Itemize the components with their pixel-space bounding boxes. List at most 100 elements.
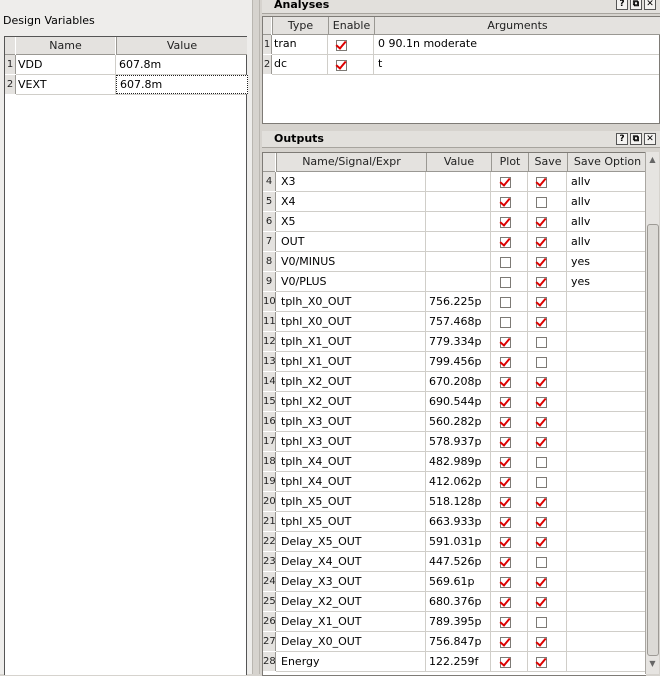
float-icon[interactable]: ⧉: [630, 0, 642, 10]
out-plot-checkbox[interactable]: [500, 237, 511, 248]
out-value-cell[interactable]: [429, 232, 489, 251]
out-name-cell[interactable]: X3: [281, 172, 424, 191]
scroll-down-icon[interactable]: ▼: [647, 658, 658, 669]
ana-args-cell[interactable]: t: [378, 54, 656, 73]
out-plot-checkbox[interactable]: [500, 337, 511, 348]
out-value-cell[interactable]: 789.395p: [429, 612, 489, 631]
out-save-checkbox[interactable]: [536, 657, 547, 668]
out-value-cell[interactable]: 518.128p: [429, 492, 489, 511]
out-name-cell[interactable]: Delay_X4_OUT: [281, 552, 424, 571]
out-value-cell[interactable]: 569.61p: [429, 572, 489, 591]
out-plot-checkbox[interactable]: [500, 537, 511, 548]
out-plot-checkbox[interactable]: [500, 377, 511, 388]
dv-name-cell[interactable]: VDD: [18, 55, 114, 74]
out-name-cell[interactable]: Delay_X0_OUT: [281, 632, 424, 651]
out-plot-checkbox[interactable]: [500, 177, 511, 188]
out-save-option-cell[interactable]: [571, 612, 645, 631]
close-icon[interactable]: ✕: [644, 0, 656, 10]
out-value-cell[interactable]: 482.989p: [429, 452, 489, 471]
ana-enable-checkbox[interactable]: [336, 60, 347, 71]
out-save-checkbox[interactable]: [536, 397, 547, 408]
help-icon[interactable]: ?: [616, 133, 628, 145]
out-value-cell[interactable]: 799.456p: [429, 352, 489, 371]
out-header-name[interactable]: Name/Signal/Expr: [276, 153, 426, 172]
out-header-plot[interactable]: Plot: [491, 153, 528, 172]
out-plot-checkbox[interactable]: [500, 357, 511, 368]
out-name-cell[interactable]: tphl_X1_OUT: [281, 352, 424, 371]
out-name-cell[interactable]: tplh_X5_OUT: [281, 492, 424, 511]
ana-header-arguments[interactable]: Arguments: [374, 17, 660, 35]
out-name-cell[interactable]: OUT: [281, 232, 424, 251]
out-save-option-cell[interactable]: [571, 352, 645, 371]
out-value-cell[interactable]: 756.847p: [429, 632, 489, 651]
out-save-option-cell[interactable]: [571, 472, 645, 491]
close-icon[interactable]: ✕: [644, 133, 656, 145]
out-plot-checkbox[interactable]: [500, 217, 511, 228]
out-name-cell[interactable]: tphl_X4_OUT: [281, 472, 424, 491]
out-save-option-cell[interactable]: [571, 332, 645, 351]
out-header-save-option[interactable]: Save Option: [567, 153, 647, 172]
out-save-checkbox[interactable]: [536, 477, 547, 488]
out-save-option-cell[interactable]: allv: [571, 172, 645, 191]
out-save-checkbox[interactable]: [536, 297, 547, 308]
out-name-cell[interactable]: V0/MINUS: [281, 252, 424, 271]
out-value-cell[interactable]: [429, 192, 489, 211]
out-save-checkbox[interactable]: [536, 277, 547, 288]
out-save-checkbox[interactable]: [536, 457, 547, 468]
out-name-cell[interactable]: Energy: [281, 652, 424, 671]
float-icon[interactable]: ⧉: [630, 133, 642, 145]
out-value-cell[interactable]: 670.208p: [429, 372, 489, 391]
out-name-cell[interactable]: X5: [281, 212, 424, 231]
dv-value-cell[interactable]: 607.8m: [119, 55, 243, 74]
out-value-cell[interactable]: [429, 212, 489, 231]
out-save-checkbox[interactable]: [536, 237, 547, 248]
scrollbar-thumb[interactable]: [647, 224, 659, 656]
out-plot-checkbox[interactable]: [500, 617, 511, 628]
out-plot-checkbox[interactable]: [500, 417, 511, 428]
out-save-option-cell[interactable]: [571, 372, 645, 391]
out-plot-checkbox[interactable]: [500, 657, 511, 668]
out-save-checkbox[interactable]: [536, 597, 547, 608]
out-plot-checkbox[interactable]: [500, 197, 511, 208]
out-save-option-cell[interactable]: [571, 492, 645, 511]
out-header-value[interactable]: Value: [426, 153, 491, 172]
out-save-option-cell[interactable]: [571, 652, 645, 671]
out-plot-checkbox[interactable]: [500, 457, 511, 468]
out-header-save[interactable]: Save: [528, 153, 567, 172]
out-value-cell[interactable]: 560.282p: [429, 412, 489, 431]
out-name-cell[interactable]: Delay_X1_OUT: [281, 612, 424, 631]
out-plot-checkbox[interactable]: [500, 557, 511, 568]
out-name-cell[interactable]: tphl_X0_OUT: [281, 312, 424, 331]
panel-splitter[interactable]: [252, 0, 260, 674]
out-value-cell[interactable]: 578.937p: [429, 432, 489, 451]
out-save-checkbox[interactable]: [536, 317, 547, 328]
out-value-cell[interactable]: [429, 272, 489, 291]
out-name-cell[interactable]: Delay_X5_OUT: [281, 532, 424, 551]
out-name-cell[interactable]: tphl_X5_OUT: [281, 512, 424, 531]
out-save-option-cell[interactable]: [571, 632, 645, 651]
out-value-cell[interactable]: 779.334p: [429, 332, 489, 351]
out-save-checkbox[interactable]: [536, 257, 547, 268]
out-value-cell[interactable]: 756.225p: [429, 292, 489, 311]
out-save-option-cell[interactable]: allv: [571, 192, 645, 211]
out-value-cell[interactable]: 591.031p: [429, 532, 489, 551]
out-name-cell[interactable]: tplh_X2_OUT: [281, 372, 424, 391]
out-save-checkbox[interactable]: [536, 197, 547, 208]
help-icon[interactable]: ?: [616, 0, 628, 10]
out-plot-checkbox[interactable]: [500, 397, 511, 408]
scroll-up-icon[interactable]: ▲: [647, 154, 658, 165]
out-plot-checkbox[interactable]: [500, 477, 511, 488]
out-save-checkbox[interactable]: [536, 217, 547, 228]
out-name-cell[interactable]: X4: [281, 192, 424, 211]
out-save-option-cell[interactable]: [571, 392, 645, 411]
out-save-option-cell[interactable]: [571, 512, 645, 531]
out-save-option-cell[interactable]: allv: [571, 232, 645, 251]
out-save-checkbox[interactable]: [536, 537, 547, 548]
out-value-cell[interactable]: 122.259f: [429, 652, 489, 671]
out-save-checkbox[interactable]: [536, 377, 547, 388]
out-save-checkbox[interactable]: [536, 637, 547, 648]
out-save-option-cell[interactable]: allv: [571, 212, 645, 231]
ana-enable-checkbox[interactable]: [336, 40, 347, 51]
out-name-cell[interactable]: V0/PLUS: [281, 272, 424, 291]
out-name-cell[interactable]: tplh_X1_OUT: [281, 332, 424, 351]
